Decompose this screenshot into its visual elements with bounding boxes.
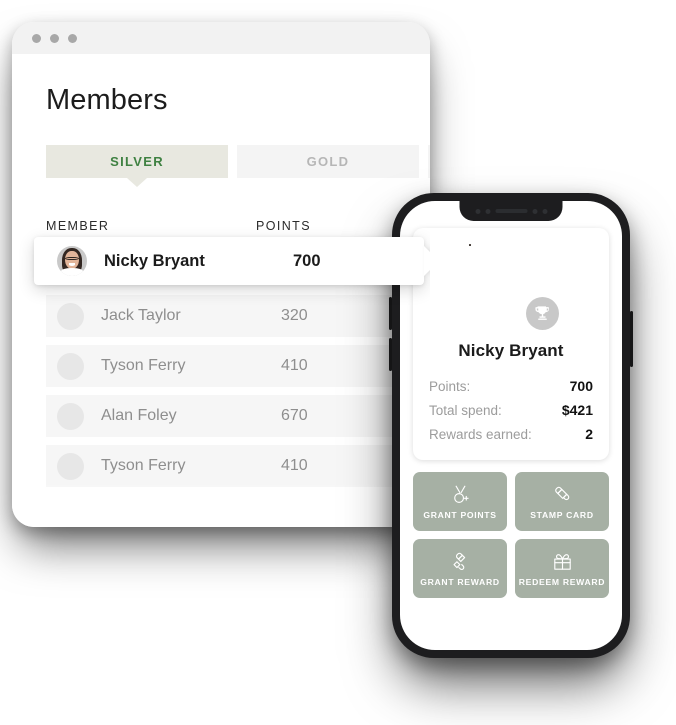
tab-silver-label: SILVER (110, 154, 164, 169)
selected-member-name: Nicky Bryant (104, 251, 205, 270)
phone-content: Nicky Bryant Points: 700 Total spend: $4… (400, 201, 622, 650)
table-row-selected[interactable]: Nicky Bryant 700 (34, 237, 424, 285)
table-row[interactable]: Alan Foley 670 (46, 395, 403, 437)
scene: Members SILVER GOLD PLATINUM MEMBER POIN… (0, 0, 676, 725)
browser-window: Members SILVER GOLD PLATINUM MEMBER POIN… (12, 22, 430, 527)
stat-row-total-spend: Total spend: $421 (427, 398, 595, 422)
table-row[interactable]: Jack Taylor 320 (46, 295, 403, 337)
column-header-member: MEMBER (46, 219, 110, 233)
avatar-wrap (469, 244, 559, 330)
stat-row-rewards-earned: Rewards earned: 2 (427, 422, 595, 446)
profile-card: Nicky Bryant Points: 700 Total spend: $4… (413, 228, 609, 460)
page-title: Members (46, 84, 168, 116)
column-header-points: POINTS (256, 219, 311, 233)
window-minimize-dot[interactable] (50, 33, 59, 43)
tier-tabs: SILVER GOLD PLATINUM (46, 145, 430, 178)
table-row[interactable]: Tyson Ferry 410 (46, 445, 403, 487)
member-list: Nicky Bryant 700 Jack Taylor 320 Tyson F… (12, 237, 430, 487)
grant-points-label: GRANT POINTS (423, 509, 497, 520)
avatar (57, 246, 87, 276)
speaker-icon (495, 209, 527, 213)
redeem-reward-button[interactable]: REDEEM REWARD (515, 539, 609, 598)
volume-down-button[interactable] (389, 338, 392, 371)
camera-icon (475, 208, 480, 214)
table-row[interactable]: Tyson Ferry 410 (46, 345, 403, 387)
stat-label: Points: (429, 379, 471, 394)
action-button-grid: GRANT POINTS STAMP CARD GRANT REWARD RED… (413, 472, 609, 598)
tab-gold-label: GOLD (306, 154, 350, 169)
member-name: Alan Foley (101, 407, 177, 424)
member-points: 410 (281, 357, 308, 374)
phone-notch (459, 201, 563, 221)
table-header: MEMBER POINTS (46, 219, 376, 233)
avatar (57, 402, 84, 430)
grant-points-button[interactable]: GRANT POINTS (413, 472, 507, 531)
tab-platinum[interactable]: PLATINUM (428, 145, 430, 178)
sensor-icon (485, 208, 490, 214)
stamp-card-button[interactable]: STAMP CARD (515, 472, 609, 531)
stat-value: 700 (569, 378, 593, 394)
browser-titlebar (12, 22, 430, 54)
member-points: 410 (281, 457, 308, 474)
power-button[interactable] (630, 311, 633, 367)
sensor-icon (542, 208, 547, 214)
member-name: Jack Taylor (101, 307, 181, 324)
stamp-card-label: STAMP CARD (530, 509, 594, 520)
stamp-icon (551, 484, 573, 505)
member-points: 670 (281, 407, 308, 424)
member-points: 320 (281, 307, 308, 324)
avatar (57, 352, 84, 380)
medal-plus-icon (450, 484, 471, 505)
selected-member-points: 700 (293, 251, 321, 270)
browser-content: Members SILVER GOLD PLATINUM MEMBER POIN… (12, 54, 430, 527)
volume-up-button[interactable] (389, 297, 392, 330)
tab-silver[interactable]: SILVER (46, 145, 228, 178)
stat-row-points: Points: 700 (427, 374, 595, 398)
stat-label: Rewards earned: (429, 427, 532, 442)
redeem-reward-label: REDEEM REWARD (518, 576, 606, 587)
gift-icon (552, 551, 573, 572)
window-close-dot[interactable] (32, 33, 41, 43)
list-fade-overlay (12, 483, 430, 527)
stamp-reward-icon (449, 551, 471, 572)
member-name: Tyson Ferry (101, 457, 186, 474)
avatar (57, 302, 84, 330)
tab-gold[interactable]: GOLD (237, 145, 419, 178)
stat-value: $421 (561, 402, 593, 418)
stat-value: 2 (585, 426, 593, 442)
sensor-icon (532, 208, 537, 214)
profile-name: Nicky Bryant (458, 341, 564, 360)
stat-label: Total spend: (429, 403, 502, 418)
avatar (57, 452, 84, 480)
grant-reward-label: GRANT REWARD (420, 576, 500, 587)
grant-reward-button[interactable]: GRANT REWARD (413, 539, 507, 598)
phone-screen: Nicky Bryant Points: 700 Total spend: $4… (400, 201, 622, 650)
trophy-icon (526, 297, 559, 330)
member-name: Tyson Ferry (101, 357, 186, 374)
window-maximize-dot[interactable] (68, 33, 77, 43)
